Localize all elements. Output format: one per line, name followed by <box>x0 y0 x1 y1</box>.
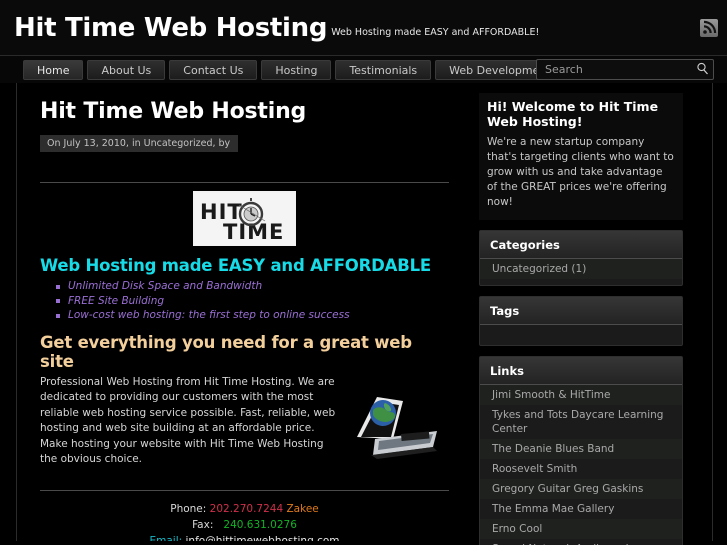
list-item[interactable]: Roosevelt Smith <box>480 459 682 479</box>
nav-item-about-us[interactable]: About Us <box>87 60 166 80</box>
phone-label: Phone: <box>170 502 207 515</box>
tags-widget: Tags <box>479 296 683 346</box>
welcome-body: We're a new startup company that's targe… <box>487 136 674 208</box>
welcome-title: Hi! Welcome to Hit Time Web Hosting! <box>487 99 659 129</box>
list-item[interactable]: The Emma Mae Gallery <box>480 499 682 519</box>
list-item: Unlimited Disk Space and Bandwidth <box>56 279 449 294</box>
contact-fax-line: Fax: 240.631.0276 <box>40 517 449 533</box>
links-widget: Links Jimi Smooth & HitTime Tykes and To… <box>479 356 683 545</box>
tags-list <box>480 325 682 339</box>
list-item[interactable]: Sound Netwerk Audio and Lighting <box>480 539 682 545</box>
rss-feed-icon[interactable] <box>700 19 718 37</box>
heading-web-hosting: Web Hosting made EASY and AFFORDABLE <box>40 256 431 275</box>
list-item[interactable]: The Deanie Blues Band <box>480 439 682 459</box>
welcome-widget: Hi! Welcome to Hit Time Web Hosting! We'… <box>479 93 683 220</box>
contact-name: Zakee <box>286 502 319 515</box>
site-tagline: Web Hosting made EASY and AFFORDABLE! <box>331 27 540 38</box>
divider-2 <box>40 489 449 491</box>
intro-paragraph-wrapper: Professional Web Hosting from Hit Time H… <box>40 375 447 468</box>
email-label: Email: <box>149 534 183 542</box>
nav-item-hosting[interactable]: Hosting <box>261 60 332 80</box>
list-item: Low-cost web hosting: the first step to … <box>56 308 449 323</box>
laptop-globe-image <box>341 384 447 463</box>
heading-get-everything: Get everything you need for a great web … <box>40 332 412 371</box>
categories-list: Uncategorized (1) <box>480 259 682 279</box>
list-item[interactable]: Erno Cool <box>480 519 682 539</box>
contact-phone-line: Phone: 202.270.7244 Zakee <box>40 501 449 517</box>
feature-list: Unlimited Disk Space and Bandwidth FREE … <box>56 279 449 323</box>
links-title: Links <box>480 357 682 385</box>
nav-item-home[interactable]: Home <box>23 60 84 80</box>
tags-title: Tags <box>480 297 682 325</box>
sidebar-item-uncategorized[interactable]: Uncategorized (1) <box>480 259 682 279</box>
categories-title: Categories <box>480 231 682 259</box>
page-title: Hit Time Web Hosting <box>40 99 307 124</box>
main-content: Hit Time Web Hosting On July 13, 2010, i… <box>17 83 469 541</box>
links-list: Jimi Smooth & HitTime Tykes and Tots Day… <box>480 385 682 545</box>
intro-paragraph: Professional Web Hosting from Hit Time H… <box>40 375 336 466</box>
page-root: Hit Time Web Hosting Web Hosting made EAS… <box>0 0 727 545</box>
magnifier-icon[interactable] <box>691 60 713 79</box>
email-value[interactable]: info@hittimewebhosting.com <box>186 535 340 542</box>
list-item[interactable]: Gregory Guitar Greg Gaskins <box>480 479 682 499</box>
divider <box>40 182 449 183</box>
site-title: Hit Time Web Hosting <box>14 13 328 43</box>
categories-widget: Categories Uncategorized (1) <box>479 230 683 286</box>
list-item: FREE Site Building <box>56 294 449 309</box>
main-navigation: Home About Us Contact Us Hosting Testimo… <box>0 55 727 83</box>
site-header: Hit Time Web Hosting Web Hosting made EAS… <box>0 0 727 55</box>
phone-value: 202.270.7244 <box>209 502 284 515</box>
search-box[interactable] <box>536 59 714 80</box>
search-input[interactable] <box>537 63 691 76</box>
fax-value: 240.631.0276 <box>223 518 297 531</box>
nav-item-contact-us[interactable]: Contact Us <box>169 60 258 80</box>
contact-block: Phone: 202.270.7244 Zakee Fax: 240.631.0… <box>40 501 449 542</box>
sidebar: Hi! Welcome to Hit Time Web Hosting! We'… <box>469 83 693 545</box>
list-item[interactable]: Tykes and Tots Daycare Learning Center <box>480 405 682 439</box>
content-wrapper: Hit Time Web Hosting On July 13, 2010, i… <box>16 83 713 545</box>
list-item[interactable]: Jimi Smooth & HitTime <box>480 385 682 405</box>
contact-email-line: Email: info@hittimewebhosting.com <box>40 533 449 542</box>
hit-time-logo-image: HIT TIME <box>193 191 296 246</box>
nav-item-testimonials[interactable]: Testimonials <box>335 60 432 80</box>
fax-label: Fax: <box>192 518 214 531</box>
post-meta: On July 13, 2010, in Uncategorized, by <box>40 135 239 152</box>
